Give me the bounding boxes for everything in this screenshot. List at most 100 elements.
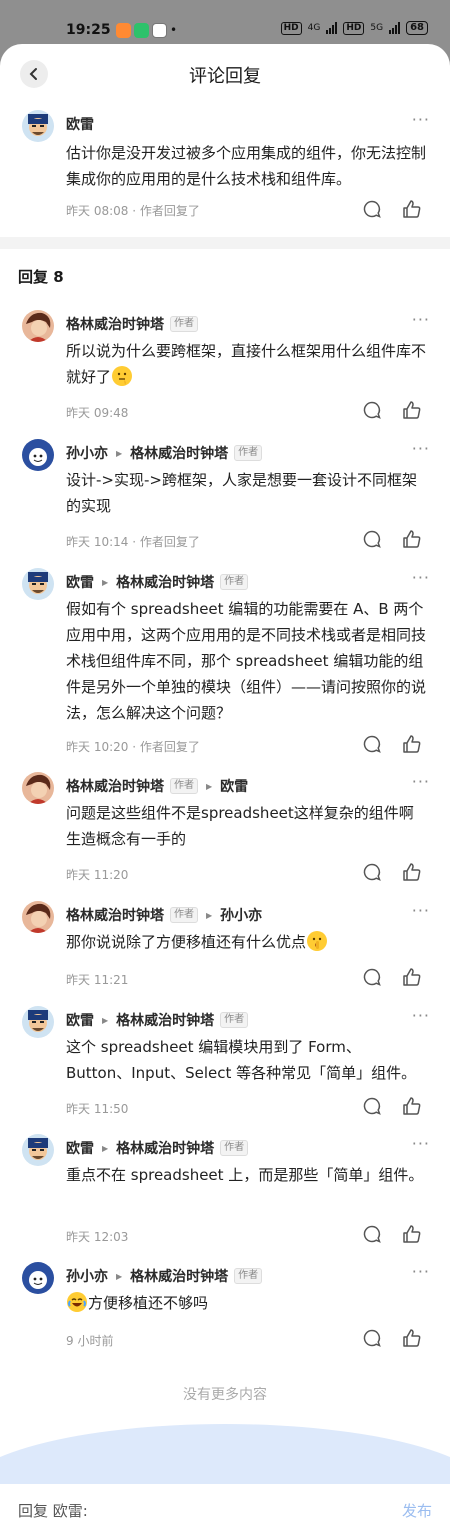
reply-input[interactable]: 回复 欧雷: — [18, 1500, 88, 1521]
like-icon[interactable] — [402, 1096, 422, 1116]
reply-item: 欧雷 ▶ 格林威治时钟塔 作者 ··· 假如有个 spreadsheet 编辑的… — [22, 568, 430, 758]
user-name[interactable]: 欧雷 — [66, 1138, 94, 1158]
like-icon[interactable] — [402, 967, 422, 987]
avatar[interactable] — [22, 772, 54, 804]
more-options-icon[interactable]: ··· — [412, 1262, 430, 1281]
reply-icon[interactable] — [362, 862, 382, 882]
author-badge: 作者 — [220, 1012, 249, 1028]
user-name[interactable]: 格林威治时钟塔 — [66, 776, 164, 796]
reply-bar: 回复 欧雷: 发布 — [0, 1484, 450, 1533]
user-name[interactable]: 欧雷 — [66, 114, 94, 134]
app-notification-icon — [152, 23, 167, 38]
comment-header: 格林威治时钟塔 作者 ▶ 欧雷 — [66, 776, 402, 796]
reply-item: 格林威治时钟塔 作者 ▶ 欧雷 ··· 问题是这些组件不是spreadsheet… — [22, 772, 430, 887]
end-of-list-label: 没有更多内容 — [183, 1387, 267, 1403]
like-icon[interactable] — [402, 529, 422, 549]
author-badge: 作者 — [220, 574, 249, 590]
user-name[interactable]: 格林威治时钟塔 — [66, 314, 164, 334]
reply-item: 格林威治时钟塔 作者 ··· 所以说为什么要跨框架，直接什么框架用什么组件库不就… — [22, 310, 430, 425]
author-badge: 作者 — [220, 1140, 249, 1156]
like-icon[interactable] — [402, 1224, 422, 1244]
more-options-icon[interactable]: ··· — [412, 1134, 430, 1153]
reply-icon[interactable] — [362, 1096, 382, 1116]
author-badge: 作者 — [170, 778, 198, 794]
comment-text: 那你说说除了方便移植还有什么优点 — [66, 929, 426, 955]
author-badge: 作者 — [234, 1268, 263, 1284]
comment-time: 昨天 11:20 — [66, 868, 129, 882]
header: 评论回复 — [0, 44, 450, 106]
comment-time: 昨天 11:50 — [66, 1102, 129, 1116]
more-options-icon[interactable]: ··· — [412, 568, 430, 587]
reply-target-name[interactable]: 孙小亦 — [220, 905, 262, 925]
reply-to-arrow-icon: ▶ — [102, 1015, 109, 1025]
reply-item: 欧雷 ▶ 格林威治时钟塔 作者 ··· 重点不在 spreadsheet 上，而… — [22, 1134, 430, 1249]
battery-icon: 68 — [406, 21, 428, 35]
signal-icon — [389, 22, 401, 34]
replies-count: 回复 8 — [18, 268, 64, 286]
app-notification-icon — [116, 23, 131, 38]
more-options-icon[interactable]: ··· — [412, 110, 430, 129]
avatar[interactable] — [22, 310, 54, 342]
publish-button[interactable]: 发布 — [402, 1500, 432, 1521]
more-options-icon[interactable]: ··· — [412, 310, 430, 329]
avatar[interactable] — [22, 110, 54, 142]
reply-icon[interactable] — [362, 1328, 382, 1348]
comment-text: 估计你是没开发过被多个应用集成的组件，你无法控制集成你的应用用的是什么技术栈和组… — [66, 144, 427, 188]
hd-icon: HD — [343, 21, 365, 35]
more-options-icon[interactable]: ··· — [412, 901, 430, 920]
more-options-icon[interactable]: ··· — [412, 1006, 430, 1025]
comment-time: 昨天 12:03 — [66, 1230, 129, 1244]
comment-time: 昨天 08:08 · 作者回复了 — [66, 204, 200, 218]
reply-icon[interactable] — [362, 967, 382, 987]
more-options-icon[interactable]: ··· — [412, 439, 430, 458]
more-options-icon[interactable]: ··· — [412, 772, 430, 791]
like-icon[interactable] — [402, 734, 422, 754]
page-title: 评论回复 — [189, 66, 261, 87]
reply-target-name[interactable]: 格林威治时钟塔 — [130, 1266, 228, 1286]
reply-target-name[interactable]: 格林威治时钟塔 — [116, 1010, 214, 1030]
reply-target-name[interactable]: 格林威治时钟塔 — [116, 1138, 214, 1158]
status-bar: 19:25 • HD 4G HD 5G 68 — [0, 0, 450, 48]
comment-header: 欧雷 ▶ 格林威治时钟塔 作者 — [66, 1138, 402, 1158]
reply-icon[interactable] — [362, 199, 382, 219]
reply-item: 孙小亦 ▶ 格林威治时钟塔 作者 ··· 设计->实现->跨框架，人家是想要一套… — [22, 439, 430, 554]
avatar[interactable] — [22, 1134, 54, 1166]
reply-icon[interactable] — [362, 734, 382, 754]
reply-target-name[interactable]: 格林威治时钟塔 — [130, 443, 228, 463]
user-name[interactable]: 欧雷 — [66, 1010, 94, 1030]
avatar[interactable] — [22, 1262, 54, 1294]
comment-header: 孙小亦 ▶ 格林威治时钟塔 作者 — [66, 443, 402, 463]
reply-icon[interactable] — [362, 529, 382, 549]
user-name[interactable]: 孙小亦 — [66, 443, 108, 463]
like-icon[interactable] — [402, 400, 422, 420]
user-name[interactable]: 孙小亦 — [66, 1266, 108, 1286]
status-time: 19:25 — [66, 22, 111, 38]
main-comment: 欧雷 ··· 估计你是没开发过被多个应用集成的组件，你无法控制集成你的应用用的是… — [22, 110, 430, 230]
section-divider — [0, 237, 450, 249]
reply-target-name[interactable]: 欧雷 — [220, 776, 248, 796]
comment-text: 方便移植还不够吗 — [66, 1290, 426, 1316]
avatar[interactable] — [22, 901, 54, 933]
reply-item: 孙小亦 ▶ 格林威治时钟塔 作者 ··· 方便移植还不够吗 9 小时前 — [22, 1262, 430, 1352]
avatar[interactable] — [22, 568, 54, 600]
comment-text: 这个 spreadsheet 编辑模块用到了 Form、Button、Input… — [66, 1038, 417, 1082]
like-icon[interactable] — [402, 862, 422, 882]
avatar[interactable] — [22, 439, 54, 471]
notification-dot-icon: • — [170, 23, 178, 37]
reply-icon[interactable] — [362, 1224, 382, 1244]
crying-laughing-emoji-icon — [67, 1292, 87, 1312]
like-icon[interactable] — [402, 199, 422, 219]
user-name[interactable]: 欧雷 — [66, 572, 94, 592]
comment-header: 欧雷 — [66, 114, 402, 134]
comment-header: 格林威治时钟塔 作者 ▶ 孙小亦 — [66, 905, 402, 925]
like-icon[interactable] — [402, 1328, 422, 1348]
reply-item: 格林威治时钟塔 作者 ▶ 孙小亦 ··· 那你说说除了方便移植还有什么优点 昨天… — [22, 901, 430, 991]
user-name[interactable]: 格林威治时钟塔 — [66, 905, 164, 925]
reply-icon[interactable] — [362, 400, 382, 420]
comment-header: 欧雷 ▶ 格林威治时钟塔 作者 — [66, 1010, 402, 1030]
comment-header: 格林威治时钟塔 作者 — [66, 314, 402, 334]
author-badge: 作者 — [234, 445, 263, 461]
reply-target-name[interactable]: 格林威治时钟塔 — [116, 572, 214, 592]
avatar[interactable] — [22, 1006, 54, 1038]
reply-to-arrow-icon: ▶ — [116, 448, 123, 458]
